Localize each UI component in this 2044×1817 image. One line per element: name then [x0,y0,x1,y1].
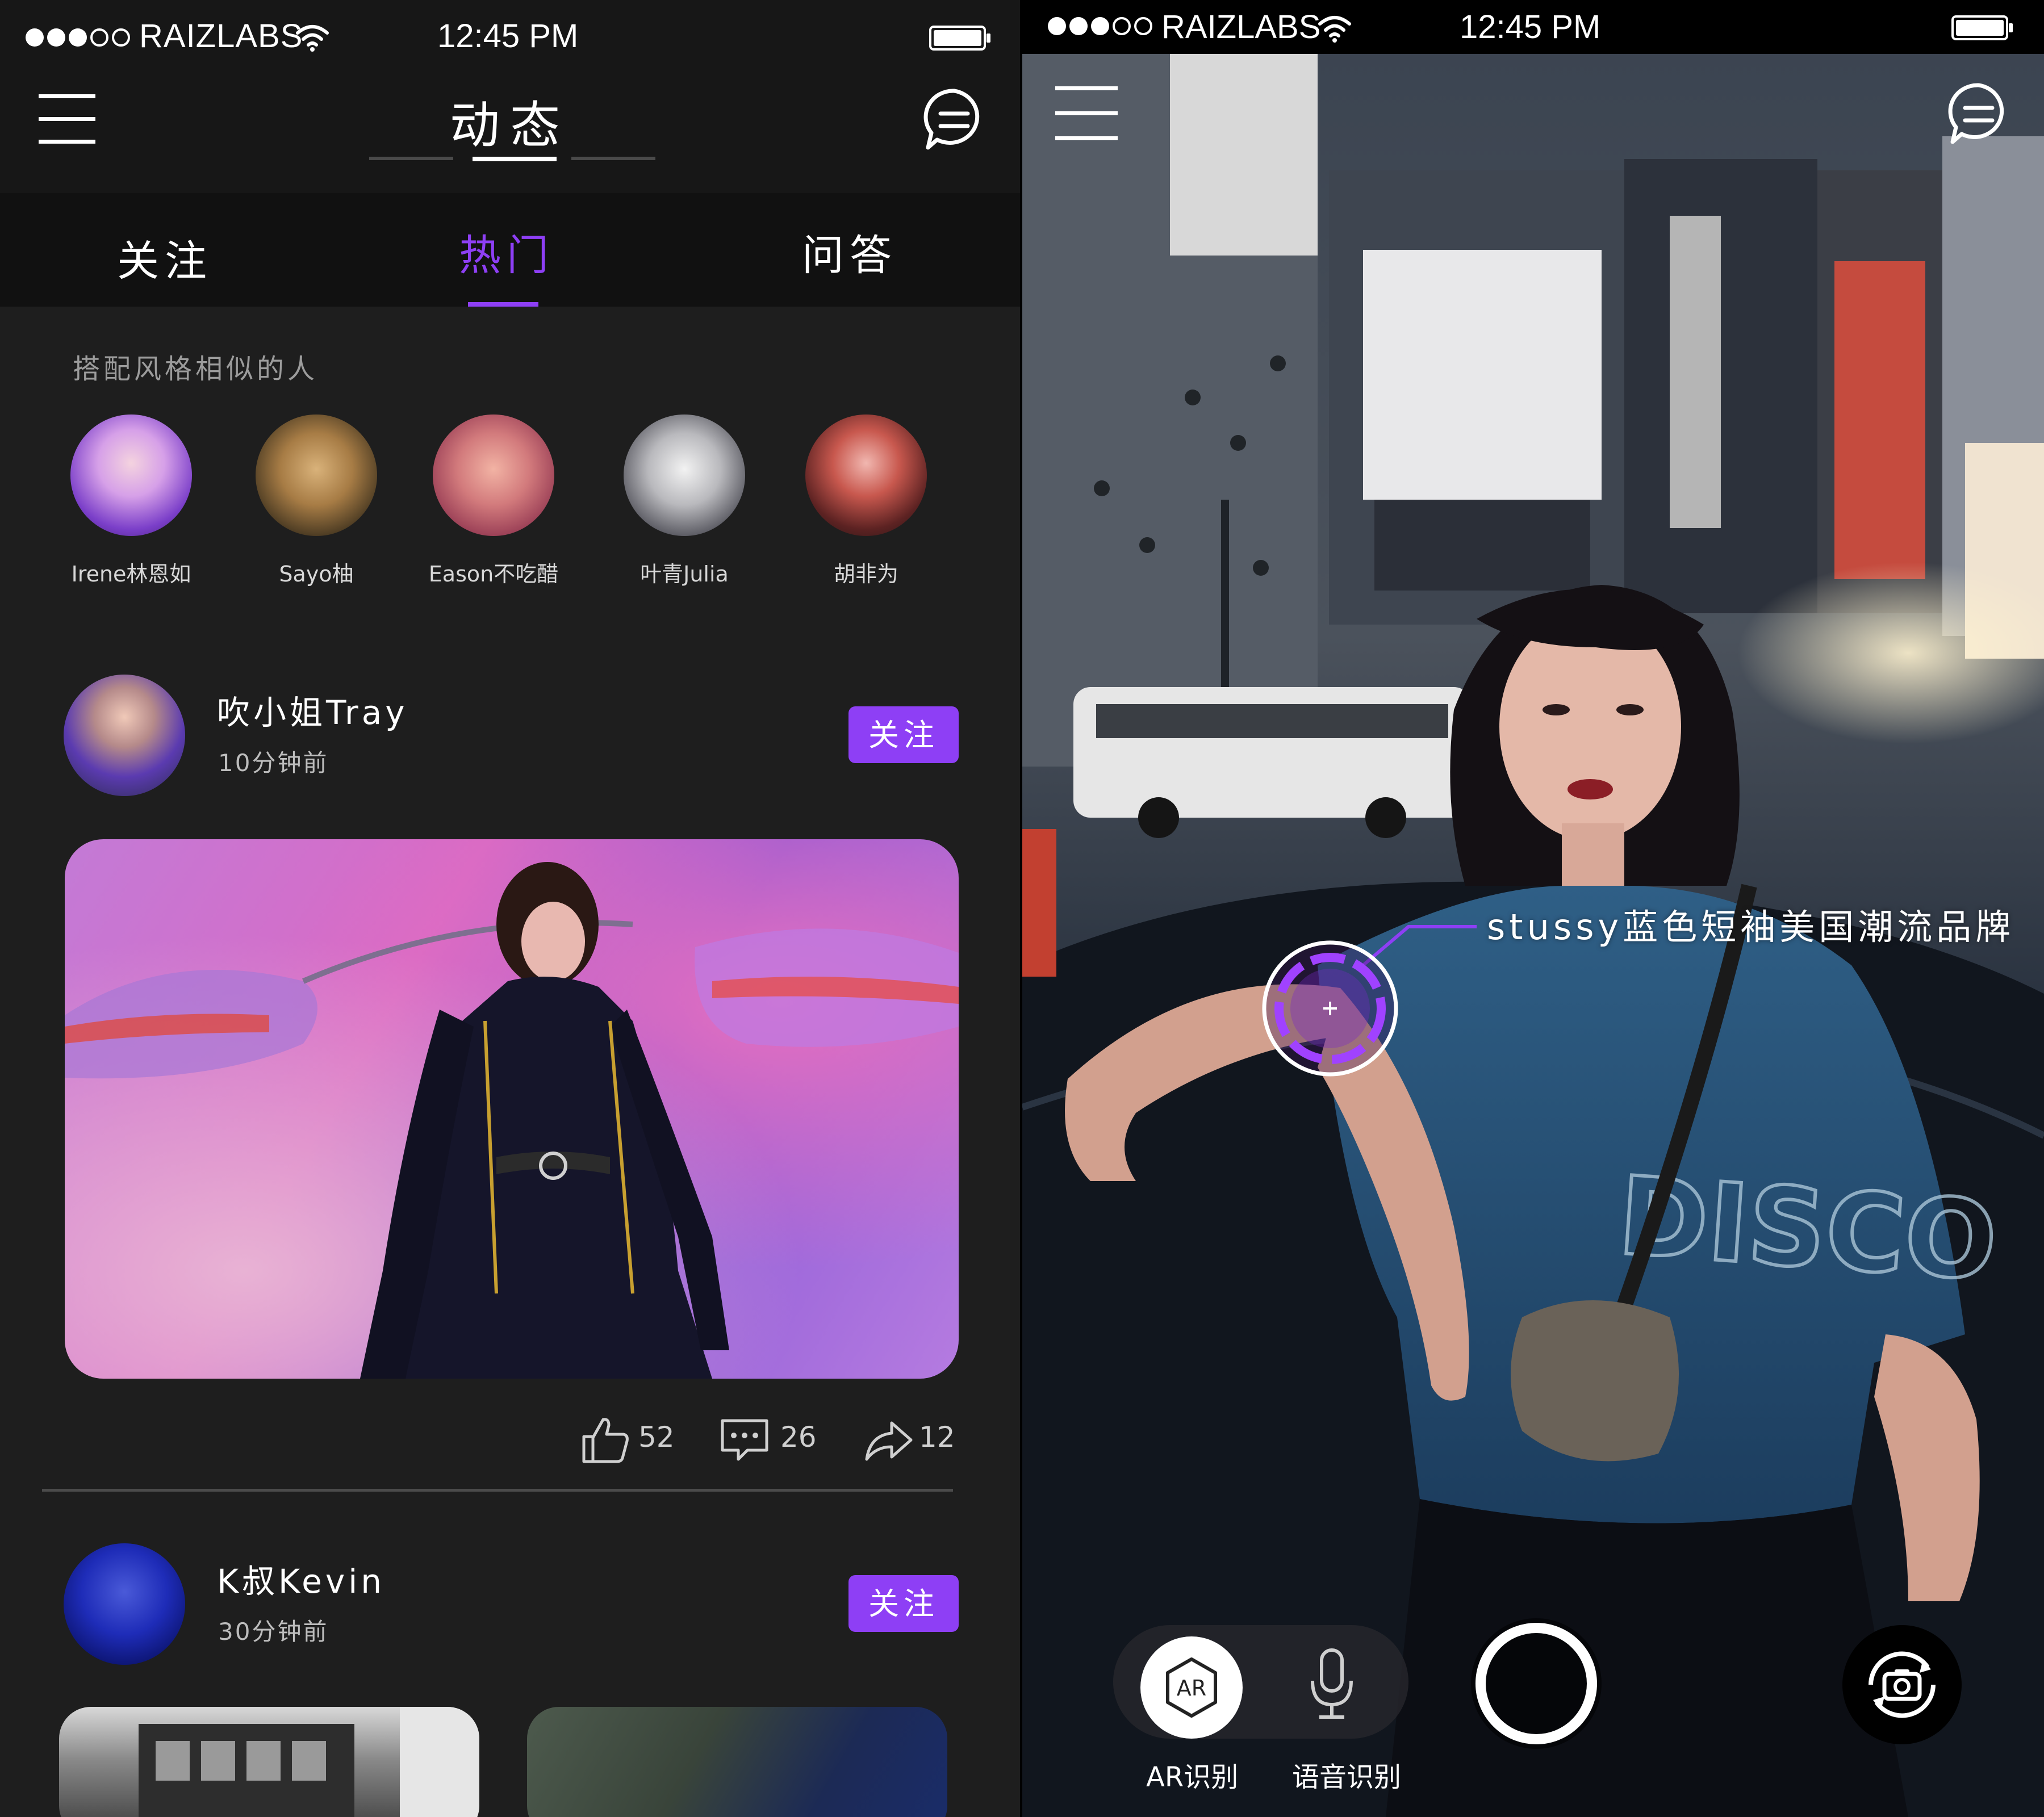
similar-people-list: Irene林恩如 Sayo柚 Eason不吃醋 叶青Julia 胡非为 [0,415,1020,596]
post-time: 30分钟前 [218,1618,329,1646]
ar-button-text: AR [1177,1676,1206,1701]
tab-following[interactable]: 关注 [117,227,212,288]
share-count: 12 [919,1421,955,1454]
comment-count: 26 [780,1421,817,1454]
author-avatar[interactable] [64,675,185,796]
wifi-icon [1318,16,1351,43]
status-bar: RAIZLABS 12:45 PM [0,0,1020,74]
battery-icon [929,26,990,51]
shutter-button[interactable] [1475,1623,1597,1744]
hamburger-menu-icon[interactable] [1055,86,1118,143]
like-count: 52 [638,1421,675,1454]
feed-screen: RAIZLABS 12:45 PM 动态 关注 热门 问答 搭配风格相似的人 I… [0,0,1020,1817]
post-photo-illustration [65,862,959,1379]
post-header: K叔Kevin 30分钟前 关注 [0,1543,1020,1668]
comment-icon[interactable] [719,1414,770,1465]
page-title: 动态 [449,96,570,154]
clock: 12:45 PM [437,18,579,55]
tab-hot[interactable]: 热门 [459,221,554,282]
chat-bubble-icon[interactable] [920,85,988,153]
chat-bubble-icon[interactable] [1945,79,2013,148]
ar-recognition-button[interactable]: AR [1140,1636,1243,1739]
carrier-name: RAIZLABS [1161,9,1321,45]
ar-hotspot-plus-icon[interactable] [1260,938,1401,1079]
ar-product-tag[interactable]: stussy蓝色短袖美国潮流品牌 [1487,898,2014,949]
battery-icon [1951,15,2013,40]
post-divider [42,1489,953,1492]
avatar[interactable] [805,415,927,536]
microphone-icon[interactable] [1292,1641,1372,1726]
avatar[interactable] [433,415,554,536]
camera-flip-button[interactable] [1842,1625,1962,1744]
share-arrow-icon[interactable] [862,1414,913,1465]
signal-strength-icon [1048,17,1152,35]
active-tab-indicator [468,302,538,307]
status-bar: RAIZLABS 12:45 PM [1022,0,2044,54]
author-name[interactable]: K叔Kevin [217,1555,385,1602]
follow-button[interactable]: 关注 [848,1575,959,1632]
similar-people-heading: 搭配风格相似的人 [73,353,319,385]
avatar[interactable] [624,415,745,536]
post-time: 10分钟前 [218,749,329,777]
person-name: Irene林恩如 [71,562,191,587]
ar-mode-label[interactable]: AR识别 [1146,1755,1238,1794]
voice-mode-label[interactable]: 语音识别 [1292,1755,1401,1794]
carrier-name: RAIZLABS [139,18,303,55]
post-photo[interactable] [527,1707,947,1817]
author-name[interactable]: 吹小姐Tray [217,686,408,734]
feed-tabs: 关注 热门 问答 [0,193,1020,307]
follow-button[interactable]: 关注 [848,706,959,763]
avatar[interactable] [256,415,377,536]
post-actions: 52 26 12 [0,1414,1020,1471]
ar-camera-screen: DISCO RAIZLABS 12:45 PM stussy蓝色短袖美国潮流品牌… [1022,0,2044,1817]
person-name: Eason不吃醋 [428,562,559,587]
post-header: 吹小姐Tray 10分钟前 关注 [0,675,1020,799]
ar-hexagon-icon: AR [1166,1657,1217,1718]
title-page-indicator [369,157,659,162]
post-photo[interactable] [65,839,959,1379]
thumbs-up-icon[interactable] [579,1414,630,1465]
camera-flip-icon [1869,1651,1936,1718]
tab-qa[interactable]: 问答 [802,221,897,282]
signal-strength-icon [26,26,130,49]
post-photo[interactable] [59,1707,479,1817]
avatar[interactable] [70,415,192,536]
person-name: Sayo柚 [279,562,354,587]
post-photo-illustration [139,1707,479,1817]
author-avatar[interactable] [64,1543,185,1665]
person-name: 胡非为 [833,562,898,587]
person-name: 叶青Julia [640,562,729,587]
clock: 12:45 PM [1460,9,1601,45]
wifi-icon [296,25,329,52]
